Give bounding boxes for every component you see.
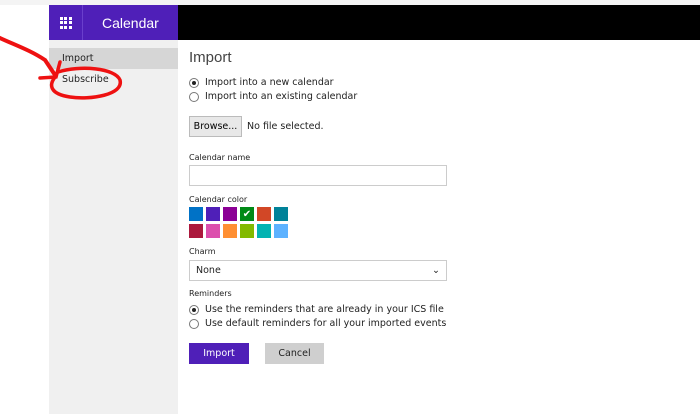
browse-button[interactable]: Browse... [189,116,242,137]
cancel-button[interactable]: Cancel [265,343,324,364]
radio-existing-calendar[interactable]: Import into an existing calendar [189,91,357,102]
color-swatch[interactable] [206,224,220,238]
import-button[interactable]: Import [189,343,249,364]
calendar-name-label: Calendar name [189,153,251,162]
charm-label: Charm [189,247,216,256]
app-launcher-icon[interactable] [49,5,83,40]
calendar-name-input[interactable] [189,165,447,186]
app-brand: Calendar [49,5,178,40]
color-swatch[interactable] [223,207,237,221]
sidebar-item-import[interactable]: Import [49,48,178,69]
color-swatch[interactable] [223,224,237,238]
file-status: No file selected. [247,121,324,132]
color-swatch[interactable] [257,207,271,221]
app-title[interactable]: Calendar [102,15,159,31]
radio-ics-reminders[interactable]: Use the reminders that are already in yo… [189,304,444,315]
charm-select[interactable]: None ⌄ [189,260,447,281]
check-icon: ✔ [242,208,252,220]
color-swatch[interactable] [206,207,220,221]
radio-label: Use default reminders for all your impor… [205,318,447,329]
color-swatch[interactable] [189,207,203,221]
radio-label: Import into an existing calendar [205,91,358,102]
radio-default-reminders[interactable]: Use default reminders for all your impor… [189,318,446,329]
charm-value: None [196,265,221,276]
radio-label: Import into a new calendar [205,77,334,88]
sidebar: Import Subscribe [49,40,178,414]
color-swatch[interactable] [274,207,288,221]
color-swatch[interactable]: ✔ [240,207,254,221]
color-swatch[interactable] [240,224,254,238]
radio-new-calendar[interactable]: Import into a new calendar [189,77,334,88]
reminders-label: Reminders [189,289,232,298]
sidebar-item-subscribe[interactable]: Subscribe [49,69,178,90]
page-title: Import [189,49,232,66]
color-swatch[interactable] [189,224,203,238]
radio-label: Use the reminders that are already in yo… [205,304,444,315]
calendar-color-label: Calendar color [189,195,248,204]
color-swatch[interactable] [257,224,271,238]
chevron-down-icon: ⌄ [432,265,440,276]
color-swatch[interactable] [274,224,288,238]
